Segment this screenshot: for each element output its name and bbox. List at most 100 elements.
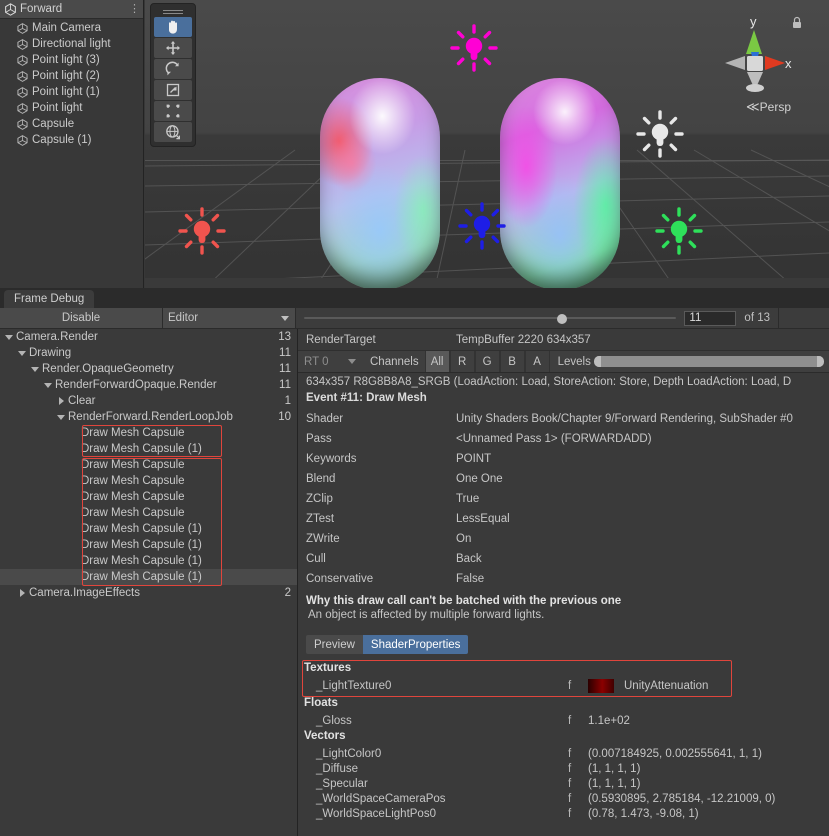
target-dropdown-label: Editor [168, 312, 199, 324]
event-tree-row[interactable]: Draw Mesh Capsule (1) [0, 569, 297, 585]
hierarchy-title: Forward [20, 3, 63, 15]
rt-selector-dropdown[interactable]: RT 0 [298, 351, 364, 372]
hierarchy-item[interactable]: Directional light [0, 36, 143, 52]
point-light-magenta-gizmo-icon[interactable] [448, 22, 500, 74]
frame-debug-toolbar: Disable Editor 11 of 13 [0, 308, 829, 329]
event-tree-row[interactable]: RenderForward.RenderLoopJob 10 [0, 409, 297, 425]
channel-button-a[interactable]: A [524, 351, 550, 372]
projection-label[interactable]: ≪Persp [746, 99, 791, 115]
hierarchy-item[interactable]: Point light (3) [0, 52, 143, 68]
point-light-green-gizmo-icon[interactable] [653, 205, 705, 257]
channel-button-g[interactable]: G [474, 351, 500, 372]
hierarchy-item[interactable]: Capsule [0, 116, 143, 132]
rotate-tool-button[interactable] [154, 59, 192, 79]
hierarchy-item[interactable]: Point light [0, 100, 143, 116]
vector-row: _Diffuse f (1, 1, 1, 1) [298, 761, 829, 776]
levels-slider[interactable] [593, 356, 824, 367]
palette-grip[interactable] [154, 7, 192, 16]
vectors-rows: _LightColor0 f (0.007184925, 0.002555641, … [298, 746, 829, 821]
event-tree[interactable]: Camera.Render 13 Drawing 11 Render.OpaqueGeo… [0, 329, 298, 836]
hand-tool-button[interactable] [154, 17, 192, 37]
property-value: True [456, 493, 480, 505]
shader-prop-flag: f [568, 777, 572, 790]
event-tree-label: Camera.Render [16, 331, 98, 343]
event-tree-row[interactable]: Draw Mesh Capsule [0, 505, 297, 521]
event-tree-row[interactable]: Draw Mesh Capsule (1) [0, 521, 297, 537]
scale-tool-button[interactable] [154, 80, 192, 100]
target-dropdown[interactable]: Editor [163, 308, 296, 328]
scene-view[interactable]: y x ≪Persp [145, 0, 829, 288]
hierarchy-panel: Forward ⋮ Main Camera Directional light Po… [0, 0, 144, 288]
event-tree-row[interactable]: Render.OpaqueGeometry 11 [0, 361, 297, 377]
chevron-down-icon[interactable] [43, 380, 54, 391]
event-tree-row[interactable]: Camera.Render 13 [0, 329, 297, 345]
event-tree-row[interactable]: Clear 1 [0, 393, 297, 409]
hierarchy-item[interactable]: Point light (1) [0, 84, 143, 100]
point-light-blue-gizmo-icon[interactable] [456, 200, 508, 252]
chevron-down-icon[interactable] [4, 332, 15, 343]
transform-tool-button[interactable] [154, 122, 192, 142]
property-value: Unity Shaders Book/Chapter 9/Forward Ren… [456, 413, 793, 425]
draw-call-properties: Shader Unity Shaders Book/Chapter 9/Forwa… [298, 409, 829, 589]
scene-tools-palette[interactable] [150, 3, 196, 147]
event-tree-row[interactable]: Draw Mesh Capsule [0, 473, 297, 489]
capsule-object[interactable] [320, 78, 440, 288]
toolbar-spacer [778, 308, 829, 328]
event-slider[interactable] [304, 311, 677, 325]
event-tree-row[interactable]: Draw Mesh Capsule [0, 489, 297, 505]
hierarchy-item[interactable]: Point light (2) [0, 68, 143, 84]
event-slider-handle[interactable] [557, 314, 568, 324]
event-tree-row[interactable]: RenderForwardOpaque.Render 11 [0, 377, 297, 393]
levels-handle-min[interactable] [593, 356, 601, 367]
event-tree-row[interactable]: Draw Mesh Capsule (1) [0, 441, 297, 457]
chevron-down-icon[interactable] [56, 412, 67, 423]
tab-shaderproperties[interactable]: ShaderProperties [362, 635, 469, 654]
gizmo-axis-y-label: y [750, 14, 757, 29]
channel-button-b[interactable]: B [499, 351, 525, 372]
gizmo-lock-icon[interactable] [791, 16, 803, 32]
property-value: Back [456, 553, 482, 565]
disable-button[interactable]: Disable [0, 308, 163, 328]
chevron-right-icon[interactable] [56, 396, 67, 407]
move-tool-button[interactable] [154, 38, 192, 58]
tab-frame-debug[interactable]: Frame Debug [4, 290, 95, 308]
rect-tool-button[interactable] [154, 101, 192, 121]
event-tree-row[interactable]: Drawing 11 [0, 345, 297, 361]
event-tree-label: Draw Mesh Capsule [81, 507, 185, 519]
directional-light-white-gizmo-icon[interactable] [634, 108, 686, 160]
event-tree-row[interactable]: Draw Mesh Capsule [0, 425, 297, 441]
channel-button-all[interactable]: All [424, 351, 450, 372]
chevron-down-icon[interactable] [30, 364, 41, 375]
event-tree-row[interactable]: Draw Mesh Capsule (1) [0, 537, 297, 553]
property-key: Shader [306, 413, 344, 425]
property-row: Pass <Unnamed Pass 1> (FORWARDADD) [298, 429, 829, 449]
shader-prop-name: _WorldSpaceCameraPos [316, 792, 446, 805]
channel-button-r[interactable]: R [449, 351, 475, 372]
property-key: ZWrite [306, 533, 340, 545]
event-tree-row[interactable]: Camera.ImageEffects 2 [0, 585, 297, 601]
scene-horizon [145, 160, 829, 161]
tab-preview[interactable]: Preview [306, 635, 363, 654]
hierarchy-item[interactable]: Capsule (1) [0, 132, 143, 148]
point-light-red-gizmo-icon[interactable] [176, 205, 228, 257]
shader-prop-flag: f [568, 792, 572, 805]
capsule-1-object[interactable] [500, 78, 620, 288]
game-object-icon [16, 38, 29, 51]
hierarchy-item-label: Main Camera [32, 22, 102, 34]
event-tree-count: 11 [279, 379, 291, 391]
event-tree-row[interactable]: Draw Mesh Capsule (1) [0, 553, 297, 569]
hierarchy-list: Main Camera Directional light Point light … [0, 19, 143, 148]
hierarchy-item[interactable]: Main Camera [0, 20, 143, 36]
game-object-icon [16, 70, 29, 83]
event-number-input[interactable]: 11 [684, 310, 737, 326]
frame-debug-tabbar: Frame Debug [0, 288, 829, 308]
levels-handle-max[interactable] [817, 356, 824, 367]
chevron-right-icon[interactable] [17, 588, 28, 599]
hierarchy-item-label: Capsule [32, 118, 75, 130]
event-tree-rows: Camera.Render 13 Drawing 11 Render.OpaqueGeo… [0, 329, 297, 601]
kebab-menu-icon[interactable]: ⋮ [129, 4, 140, 15]
game-object-icon [16, 102, 29, 115]
chevron-down-icon[interactable] [17, 348, 28, 359]
render-target-key: RenderTarget [306, 333, 376, 346]
event-tree-row[interactable]: Draw Mesh Capsule [0, 457, 297, 473]
